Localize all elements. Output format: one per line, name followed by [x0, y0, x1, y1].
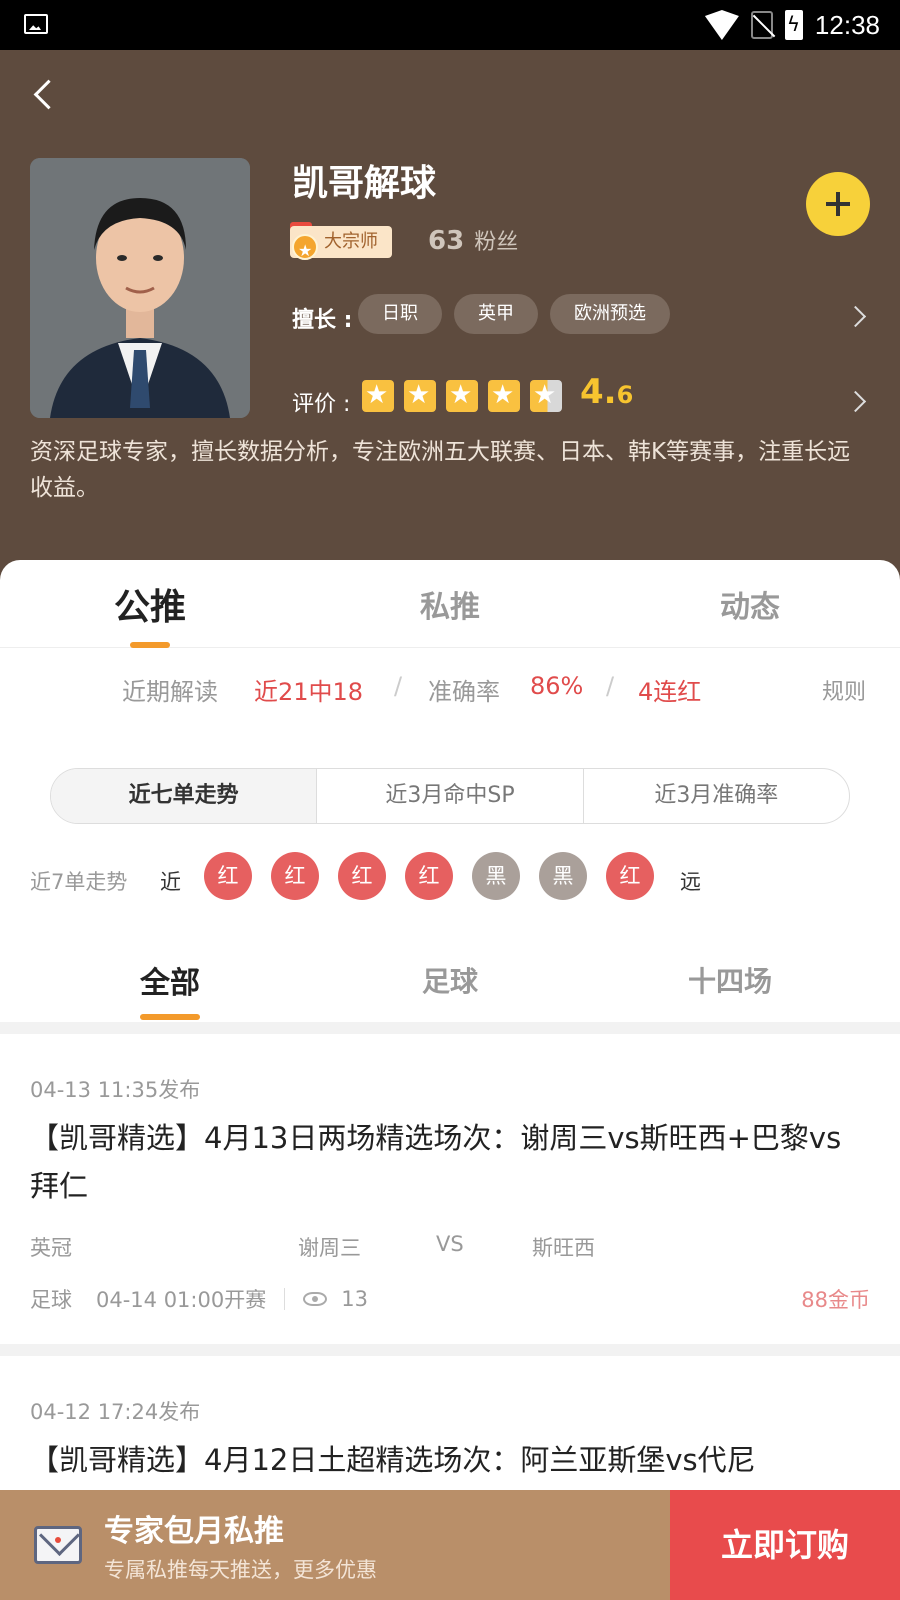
expert-description: 资深足球专家，擅长数据分析，专注欧洲五大联赛、日本、韩K等赛事，注重长远收益。	[30, 439, 851, 501]
skill-chip: 欧洲预选	[550, 294, 670, 334]
trend-result-dot: 黑	[539, 852, 587, 900]
fans-label: 粉丝	[474, 230, 519, 255]
fans-count: 63 粉丝	[428, 224, 518, 256]
view-count: 13	[341, 1287, 368, 1311]
trend-near-label: 近	[160, 870, 181, 894]
image-notification-icon	[24, 14, 48, 34]
trend-result-dot: 红	[338, 852, 386, 900]
accuracy-label: 准确率	[428, 678, 500, 706]
tab-fourteen[interactable]: 十四场	[630, 960, 830, 1000]
stats-row: 近期解读 近21中18 / 准确率 86% / 4连红 规则	[0, 664, 900, 714]
skills-list: 日职 英甲 欧洲预选	[358, 294, 670, 334]
expert-name: 凯哥解球	[292, 163, 437, 204]
trend-result-dot: 红	[271, 852, 319, 900]
status-icons: 12:38	[704, 0, 880, 50]
subscribe-bar: 专家包月私推 专属私推每天推送，更多优惠 立即订购	[0, 1490, 900, 1600]
trend-far-label: 远	[680, 870, 701, 894]
rating-integer: 4.	[580, 372, 617, 412]
star-icon	[362, 378, 394, 412]
divider: /	[394, 672, 403, 700]
trend-result-dot: 红	[606, 852, 654, 900]
home-team: 谢周三	[298, 1236, 361, 1260]
mail-icon	[34, 1526, 82, 1564]
tab-football[interactable]: 足球	[350, 960, 550, 1000]
main-tabs: 公推 私推 动态	[0, 560, 900, 648]
avatar-photo	[30, 158, 250, 418]
skills-label: 擅长 :	[292, 308, 353, 333]
recent-label: 近期解读	[122, 678, 218, 706]
trend-result-dot: 红	[405, 852, 453, 900]
segment-seven-trend[interactable]: 近七单走势	[51, 769, 317, 823]
trend-segment-control: 近七单走势 近3月命中SP 近3月准确率	[50, 768, 850, 824]
fans-number: 63	[428, 226, 465, 256]
rating-stars	[362, 378, 562, 412]
rank-badge: 大宗师	[290, 226, 392, 267]
star-icon	[446, 378, 478, 412]
rating-chevron-right-icon[interactable]	[846, 390, 868, 412]
divider: /	[606, 672, 615, 700]
wifi-icon	[704, 10, 739, 40]
star-icon	[488, 378, 520, 412]
card-title[interactable]: 【凯哥精选】4月12日土超精选场次：阿兰亚斯堡vs代尼	[30, 1436, 870, 1484]
recent-value: 近21中18	[254, 678, 364, 706]
skill-chip: 日职	[358, 294, 442, 334]
tab-activity[interactable]: 动态	[650, 582, 850, 626]
rank-badge-label: 大宗师	[324, 231, 378, 252]
skills-chevron-right-icon[interactable]	[846, 305, 868, 327]
battery-charging-icon	[784, 10, 803, 40]
star-icon	[404, 378, 436, 412]
medal-icon	[292, 234, 318, 267]
recommendation-card[interactable]: 04-12 17:24发布 【凯哥精选】4月12日土超精选场次：阿兰亚斯堡vs代…	[0, 1356, 900, 1490]
monthly-plan-info[interactable]: 专家包月私推 专属私推每天推送，更多优惠	[0, 1490, 670, 1600]
subscribe-button[interactable]: 立即订购	[670, 1490, 900, 1600]
kickoff-time: 04-14 01:00开赛	[96, 1288, 267, 1312]
plan-title: 专家包月私推	[104, 1514, 284, 1549]
league-name: 英冠	[30, 1236, 72, 1260]
tab-all[interactable]: 全部	[70, 958, 270, 1002]
no-sim-icon	[750, 11, 773, 39]
publish-time: 04-12 17:24发布	[30, 1400, 201, 1424]
skill-chip: 英甲	[454, 294, 538, 334]
segment-three-month-sp[interactable]: 近3月命中SP	[316, 769, 582, 823]
eye-icon	[303, 1292, 328, 1306]
rating-value: 4.6	[580, 372, 633, 412]
active-subtab-indicator	[140, 1014, 200, 1020]
rating-label: 评价 :	[292, 392, 351, 417]
card-title[interactable]: 【凯哥精选】4月13日两场精选场次：谢周三vs斯旺西+巴黎vs拜仁	[30, 1114, 870, 1210]
expert-header: 凯哥解球 大宗师 63 粉丝 擅长 : 日职 英甲 欧洲预选 评价 : 4.6 资…	[0, 50, 900, 580]
recommendation-card[interactable]: 04-13 11:35发布 【凯哥精选】4月13日两场精选场次：谢周三vs斯旺西…	[0, 1034, 900, 1344]
tab-private[interactable]: 私推	[350, 582, 550, 626]
divider	[284, 1288, 286, 1310]
clock: 12:38	[814, 9, 880, 40]
away-team: 斯旺西	[532, 1236, 595, 1260]
publish-time: 04-13 11:35发布	[30, 1078, 201, 1102]
avatar	[30, 158, 250, 418]
recommendation-panel: 公推 私推 动态 近期解读 近21中18 / 准确率 86% / 4连红 规则 …	[0, 560, 900, 930]
sport-type: 足球	[30, 1288, 72, 1312]
status-bar: 12:38	[0, 0, 900, 50]
segment-three-month-accuracy[interactable]: 近3月准确率	[582, 769, 849, 823]
active-tab-indicator	[130, 642, 170, 648]
category-tabs: 全部 足球 十四场	[0, 930, 900, 1022]
accuracy-value: 86%	[530, 672, 584, 700]
plan-subtitle: 专属私推每天推送，更多优惠	[104, 1558, 377, 1582]
card-meta: 足球 04-14 01:00开赛 13	[30, 1284, 368, 1314]
trend-result-dot: 黑	[472, 852, 520, 900]
tab-public[interactable]: 公推	[50, 578, 250, 630]
back-arrow-icon[interactable]	[26, 76, 66, 116]
versus-label: VS	[436, 1232, 464, 1256]
trend-result-dot: 红	[204, 852, 252, 900]
follow-plus-button[interactable]	[806, 172, 870, 236]
price-label: 88金币	[801, 1288, 870, 1312]
rules-link[interactable]: 规则	[822, 674, 866, 706]
rating-decimal: 6	[616, 381, 634, 409]
streak-value: 4连红	[638, 678, 702, 706]
trend-label: 近7单走势	[30, 870, 128, 894]
half-star-icon	[530, 378, 562, 412]
